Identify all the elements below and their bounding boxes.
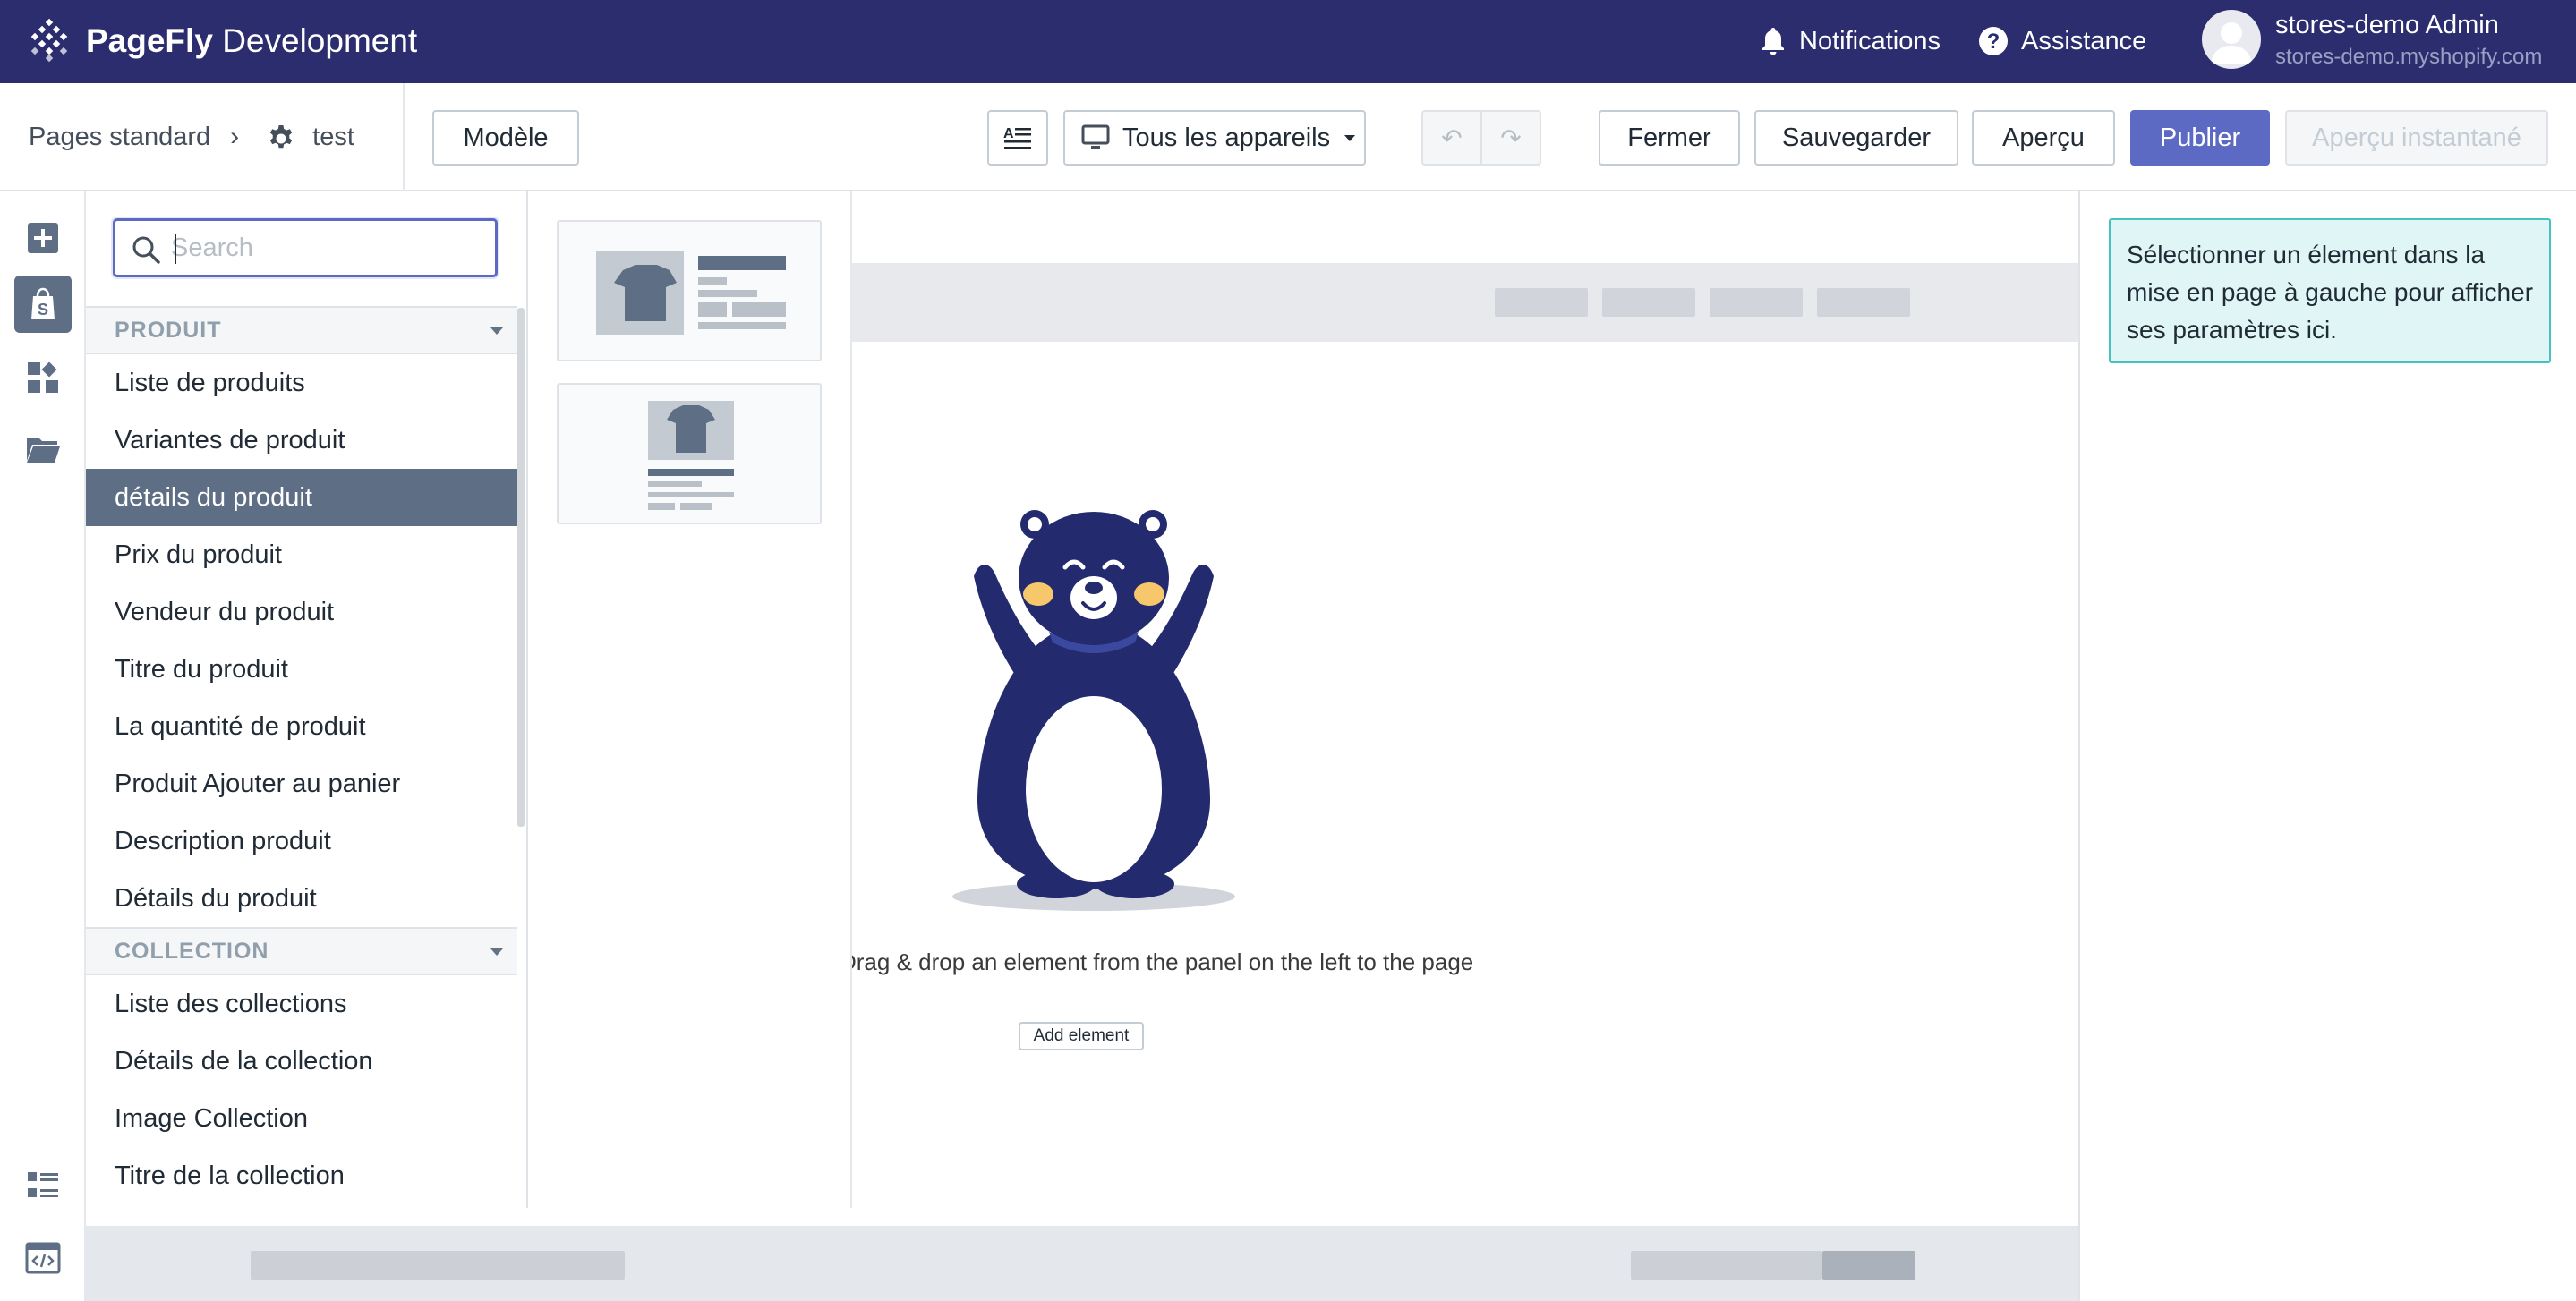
close-button[interactable]: Fermer	[1599, 110, 1740, 166]
widgets-icon	[28, 361, 58, 393]
canvas-empty-hint: Drag & drop an element from the panel on…	[852, 948, 1474, 975]
brand-name: PageFly	[86, 22, 213, 59]
panel-scrollbar[interactable]	[517, 308, 525, 827]
save-button[interactable]: Sauvegarder	[1754, 110, 1958, 166]
bear-mascot-illustration	[952, 510, 1235, 911]
page-title: test	[312, 122, 354, 151]
list-item[interactable]: Titre du produit	[86, 641, 517, 698]
gear-icon[interactable]	[266, 122, 296, 152]
avatar[interactable]	[2202, 10, 2261, 69]
left-icon-rail: S	[0, 191, 86, 1301]
product-layout-vertical-icon	[648, 401, 734, 510]
rail-add-element[interactable]	[14, 209, 72, 267]
caret-down-icon	[490, 327, 503, 335]
chevron-right-icon: ›	[230, 122, 240, 151]
group-header-collection[interactable]: COLLECTION	[86, 927, 517, 975]
redo-icon[interactable]: ↷	[1480, 112, 1540, 164]
settings-empty-info: Sélectionner un élement dans la mise en …	[2109, 218, 2551, 363]
list-item-selected[interactable]: détails du produit	[86, 469, 517, 526]
search-box	[113, 218, 498, 277]
list-item[interactable]: La quantité de produit	[86, 698, 517, 755]
notifications-label: Notifications	[1799, 26, 1941, 55]
search-input[interactable]	[171, 228, 484, 268]
pagefly-logo-icon	[30, 18, 68, 63]
user-store-domain: stores-demo.myshopify.com	[2275, 45, 2543, 69]
list-item[interactable]: Produit Ajouter au panier	[86, 755, 517, 812]
device-select[interactable]: Tous les appareils	[1063, 110, 1366, 166]
list-item[interactable]: Détails de la collection	[86, 1033, 517, 1090]
list-item[interactable]: Liste des collections	[86, 975, 517, 1033]
device-select-value: Tous les appareils	[1122, 123, 1331, 152]
desktop-icon	[1081, 124, 1110, 149]
instant-preview-button: Aperçu instantané	[2285, 110, 2548, 166]
list-layout-icon	[28, 1172, 58, 1197]
question-circle-icon: ?	[1979, 27, 2008, 55]
footer-placeholder	[251, 1251, 625, 1280]
list-item[interactable]: Liste de produits	[86, 354, 517, 412]
list-item[interactable]: Titre de la collection	[86, 1147, 517, 1204]
breadcrumb: Pages standard › test	[29, 119, 354, 155]
svg-text:S: S	[38, 301, 48, 319]
group-header-produit[interactable]: PRODUIT	[86, 306, 517, 354]
add-element-button[interactable]: Add element	[1019, 1022, 1144, 1050]
code-editor-icon	[25, 1242, 61, 1274]
user-name: stores-demo Admin	[2275, 11, 2499, 39]
elements-panel: PRODUIT Liste de produits Variantes de p…	[86, 191, 528, 1208]
list-item[interactable]: Image Collection	[86, 1090, 517, 1147]
svg-text:A: A	[1003, 126, 1014, 141]
template-button[interactable]: Modèle	[432, 110, 579, 166]
list-item[interactable]: Description produit	[86, 812, 517, 870]
nav-placeholder	[1710, 288, 1803, 317]
assistance-button[interactable]: ? Assistance	[1978, 21, 2146, 61]
page-canvas[interactable]: Drag & drop an element from the panel on…	[852, 191, 2078, 1226]
canvas-footer-placeholder	[86, 1226, 2078, 1301]
toolbar-divider	[403, 83, 405, 191]
rail-widgets[interactable]	[14, 349, 72, 406]
rail-pages[interactable]	[14, 421, 72, 478]
product-layout-horizontal-icon	[596, 251, 786, 335]
assistance-label: Assistance	[2021, 26, 2147, 55]
canvas-horizontal-scroll-thumb[interactable]	[1822, 1251, 1915, 1280]
history-buttons: ↶ ↷	[1421, 110, 1541, 166]
top-bar: PageFly Development Notifications ? Assi…	[0, 0, 2576, 83]
nav-placeholder	[1817, 288, 1910, 317]
app-brand: PageFly Development	[86, 20, 417, 63]
list-item[interactable]: Détails du produit	[86, 870, 517, 927]
undo-icon[interactable]: ↶	[1423, 112, 1480, 164]
rail-code-editor[interactable]	[14, 1229, 72, 1287]
list-item[interactable]: Prix du produit	[86, 526, 517, 583]
text-format-button[interactable]: A	[987, 110, 1048, 166]
nav-placeholder	[1495, 288, 1588, 317]
list-item[interactable]: Variantes de produit	[86, 412, 517, 469]
settings-panel: Sélectionner un élement dans la mise en …	[2078, 191, 2576, 1301]
user-avatar-icon	[2211, 22, 2252, 64]
group-title: PRODUIT	[115, 317, 222, 343]
pagefly-editor: { "app": { "brand_strong": "PageFly", "b…	[0, 0, 2576, 1301]
folder-icon	[27, 438, 60, 463]
rail-shopify-elements[interactable]: S	[14, 276, 72, 333]
element-variants	[528, 191, 852, 1208]
rail-layout-outline[interactable]	[14, 1158, 72, 1215]
variant-thumbnail-horizontal[interactable]	[557, 220, 822, 361]
chevron-down-icon	[1344, 134, 1356, 141]
bell-icon	[1762, 28, 1784, 55]
nav-placeholder	[1602, 288, 1695, 317]
editor-toolbar: Pages standard › test Modèle A Tous les …	[0, 83, 2576, 191]
footer-placeholder	[1631, 1251, 1822, 1280]
add-icon	[28, 223, 58, 253]
brand-environment: Development	[222, 22, 418, 59]
list-item[interactable]: Vendeur du produit	[86, 583, 517, 641]
notifications-button[interactable]: Notifications	[1760, 21, 1941, 61]
variant-thumbnail-vertical[interactable]	[557, 383, 822, 524]
breadcrumb-root[interactable]: Pages standard	[29, 123, 210, 152]
caret-down-icon	[490, 948, 503, 956]
search-icon	[132, 236, 160, 264]
group-title: COLLECTION	[115, 938, 269, 964]
svg-text:?: ?	[1987, 30, 2000, 54]
text-format-icon: A	[1003, 126, 1031, 149]
text-caret	[175, 234, 176, 264]
publish-button[interactable]: Publier	[2130, 110, 2270, 166]
shopify-bag-icon: S	[31, 287, 55, 319]
preview-button[interactable]: Aperçu	[1972, 110, 2115, 166]
